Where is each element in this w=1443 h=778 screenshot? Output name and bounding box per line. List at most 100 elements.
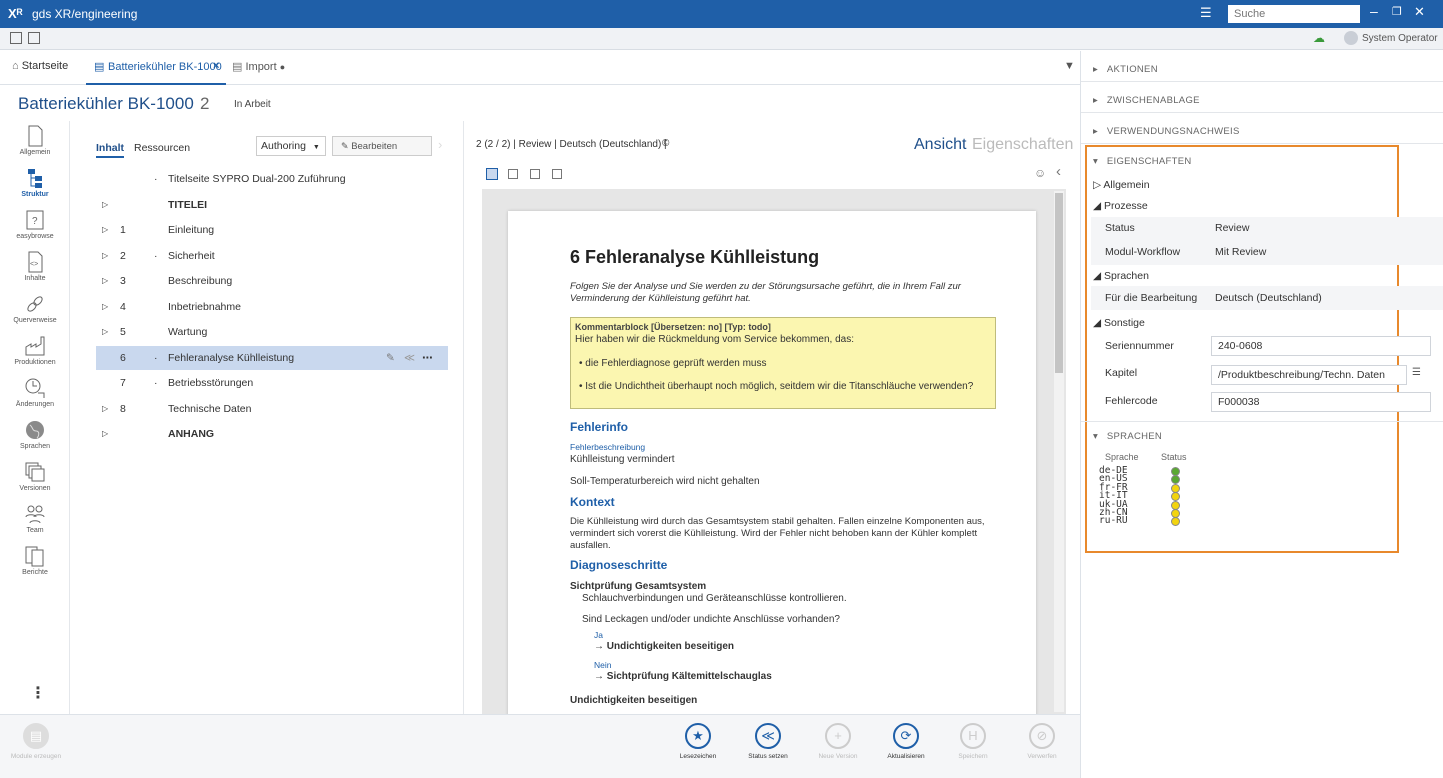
lesezeichen-button[interactable]: ★ Lesezeichen: [668, 723, 728, 760]
group-sonstige[interactable]: ◢ Sonstige: [1093, 317, 1145, 329]
section-verwendungsnachweis[interactable]: ▸ VERWENDUNGSNACHWEIS: [1081, 113, 1443, 144]
chevron-left-icon[interactable]: ‹: [1056, 163, 1061, 180]
tab-ressourcen[interactable]: Ressourcen: [134, 142, 190, 154]
group-prozesse[interactable]: ◢ Prozesse: [1093, 200, 1148, 212]
svg-text:<>: <>: [30, 261, 38, 268]
share-icon[interactable]: ≪: [404, 346, 415, 370]
accessibility-icon[interactable]: ☺: [1034, 166, 1046, 180]
tab-menu-icon[interactable]: ▼: [1064, 60, 1075, 72]
tree-row[interactable]: ▷ 1 Einleitung: [96, 218, 448, 242]
nav-querverweise[interactable]: Querverweise: [0, 293, 70, 324]
section-aktionen[interactable]: ▸ AKTIONEN: [1081, 51, 1443, 82]
group-sprachen[interactable]: ◢ Sprachen: [1093, 270, 1149, 282]
nav-allgemein[interactable]: Allgemein: [0, 125, 70, 156]
menu-icon[interactable]: ☰: [1200, 6, 1214, 20]
doc-step-title: Sichtprüfung Gesamtsystem: [570, 581, 707, 592]
left-navigation: Allgemein Struktur ? easybrowse <> Inhalte…: [0, 121, 70, 714]
nav-produktionen[interactable]: Produktionen: [0, 335, 70, 366]
layout-right-icon[interactable]: [28, 32, 40, 44]
tab-inhalt[interactable]: Inhalt: [96, 142, 124, 158]
factory-icon: [25, 336, 45, 356]
tree-row[interactable]: ▷ 3 Beschreibung: [96, 269, 448, 293]
tab-label: Startseite: [21, 60, 69, 72]
section-sprachen[interactable]: ▾ SPRACHEN: [1093, 431, 1162, 442]
page-view-icon[interactable]: [486, 168, 498, 180]
nav-aenderungen[interactable]: Änderungen: [0, 377, 70, 408]
search-input[interactable]: [1228, 5, 1360, 23]
tree-row-label: Fehleranalyse Kühlleistung: [168, 351, 295, 364]
neue-version-button[interactable]: + Neue Version: [808, 723, 868, 760]
expand-arrow-icon[interactable]: ▷: [102, 295, 108, 319]
nav-inhalte[interactable]: <> Inhalte: [0, 251, 70, 282]
view-tab-eigenschaften[interactable]: Eigenschaften: [972, 136, 1073, 154]
nav-team[interactable]: Team: [0, 503, 70, 534]
nav-versionen[interactable]: Versionen: [0, 461, 70, 492]
scrollbar-thumb[interactable]: [1055, 193, 1063, 373]
frame-view-icon[interactable]: [508, 169, 518, 179]
col-sprache: Sprache: [1105, 452, 1139, 462]
aktualisieren-button[interactable]: ⟳ Aktualisieren: [876, 723, 936, 760]
nav-struktur[interactable]: Struktur: [0, 167, 70, 198]
tab-import[interactable]: ▤ Import ●: [232, 60, 285, 73]
split-view-icon[interactable]: [530, 169, 540, 179]
user-name[interactable]: System Operator: [1362, 33, 1438, 44]
fehlercode-input[interactable]: F000038: [1211, 392, 1431, 412]
discard-icon: ⊘: [1029, 723, 1055, 749]
view-tab-ansicht[interactable]: Ansicht: [914, 136, 966, 154]
avatar[interactable]: [1344, 31, 1358, 45]
tab-batteriekuehler[interactable]: ▤ Batteriekühler BK-1000 ×: [86, 51, 226, 85]
edit-icon[interactable]: ✎: [386, 346, 395, 370]
tab-close-icon[interactable]: ×: [213, 60, 219, 72]
tree-row[interactable]: ▷ 2 · Sicherheit: [96, 244, 448, 268]
restore-icon[interactable]: ❐: [1392, 5, 1408, 18]
minimize-icon[interactable]: –: [1370, 3, 1386, 19]
layout-left-icon[interactable]: [10, 32, 22, 44]
group-allgemein[interactable]: ▷ Allgemein: [1093, 179, 1150, 191]
expand-arrow-icon[interactable]: ▷: [102, 397, 108, 421]
more-icon[interactable]: ⋯: [422, 346, 433, 370]
tree-row[interactable]: · Titelseite SYPRO Dual-200 Zuführung: [96, 167, 448, 191]
tree-row[interactable]: 6 · Fehleranalyse Kühlleistung ✎ ≪ ⋯: [96, 345, 448, 370]
tree-row[interactable]: ▷ ANHANG: [96, 422, 448, 446]
tree-row[interactable]: ▷ 8 Technische Daten: [96, 397, 448, 421]
edit-button[interactable]: ✎ Bearbeiten: [332, 136, 432, 156]
group-label: Allgemein: [1103, 179, 1150, 191]
verwerfen-button[interactable]: ⊘ Verwerfen: [1012, 723, 1072, 760]
more-icon[interactable]: ⋮: [30, 683, 46, 703]
expand-arrow-icon[interactable]: ▷: [102, 218, 108, 242]
section-zwischenablage[interactable]: ▸ ZWISCHENABLAGE: [1081, 82, 1443, 113]
module-erzeugen-button[interactable]: ▤ Module erzeugen: [6, 723, 66, 760]
expand-arrow-icon[interactable]: ▷: [102, 193, 108, 217]
tab-startseite[interactable]: ⌂ Startseite: [12, 60, 68, 76]
comment-bullet: • Ist die Undichtheit überhaupt noch mög…: [579, 381, 974, 392]
tree-row[interactable]: 7 · Betriebsstörungen: [96, 371, 448, 395]
tree-row-label: Titelseite SYPRO Dual-200 Zuführung: [168, 173, 346, 185]
kapitel-input[interactable]: /Produktbeschreibung/Techn. Daten: [1211, 365, 1407, 385]
bullet-icon: ·: [154, 249, 158, 262]
section-title: ▸ AKTIONEN: [1093, 64, 1158, 75]
close-icon[interactable]: ✕: [1414, 4, 1430, 20]
expand-arrow-icon[interactable]: ▷: [102, 422, 108, 446]
speichern-button[interactable]: H Speichern: [943, 723, 1003, 760]
tree-row[interactable]: ▷ TITELEI: [96, 193, 448, 217]
scrollbar[interactable]: [1054, 191, 1064, 712]
section-title-text: AKTIONEN: [1106, 64, 1158, 75]
expand-arrow-icon[interactable]: ▷: [102, 244, 108, 268]
expand-arrow-icon[interactable]: ▷: [102, 269, 108, 293]
list-icon[interactable]: ☰: [1412, 367, 1421, 378]
chevron-right-icon[interactable]: ›: [438, 137, 442, 152]
status-setzen-button[interactable]: ≪ Status setzen: [738, 723, 798, 760]
nav-sprachen[interactable]: Sprachen: [0, 419, 70, 450]
nav-label: Team: [26, 527, 44, 534]
comment-bullet-text: Ist die Undichtheit überhaupt noch mögli…: [585, 381, 974, 392]
image-view-icon[interactable]: [552, 169, 562, 179]
section-eigenschaften[interactable]: ▾ EIGENSCHAFTEN: [1093, 156, 1192, 167]
mode-select[interactable]: Authoring ▼: [256, 136, 326, 156]
nav-berichte[interactable]: Berichte: [0, 545, 70, 576]
seriennummer-input[interactable]: 240-0608: [1211, 336, 1431, 356]
tree-row[interactable]: ▷ 5 Wartung: [96, 320, 448, 344]
tree-row[interactable]: ▷ 4 Inbetriebnahme: [96, 295, 448, 319]
tab-bar: ⌂ Startseite ▤ Batteriekühler BK-1000 × …: [0, 51, 1080, 85]
nav-easybrowse[interactable]: ? easybrowse: [0, 209, 70, 240]
expand-arrow-icon[interactable]: ▷: [102, 320, 108, 344]
